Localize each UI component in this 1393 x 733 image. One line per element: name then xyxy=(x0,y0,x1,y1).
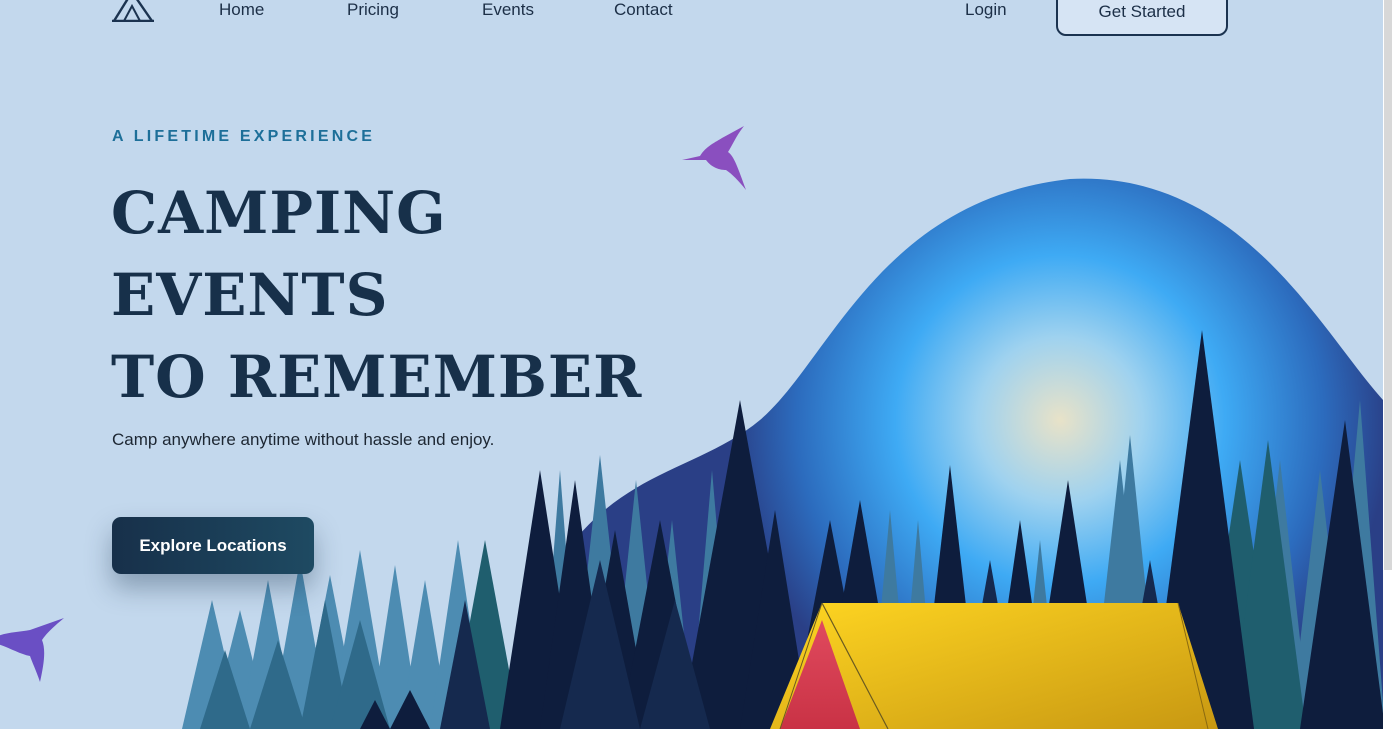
hero-eyebrow: A LIFETIME EXPERIENCE xyxy=(112,128,376,145)
nav-contact-link[interactable]: Contact xyxy=(614,0,673,20)
hero-subtitle: Camp anywhere anytime without hassle and… xyxy=(112,430,495,449)
hero-headline: CAMPING EVENTS TO REMEMBER xyxy=(111,172,642,418)
nav-home-link[interactable]: Home xyxy=(219,0,264,20)
tent-illustration xyxy=(770,602,1218,730)
hummingbird-icon xyxy=(682,126,746,190)
hummingbird-icon xyxy=(0,618,64,682)
nav-pricing-link[interactable]: Pricing xyxy=(347,0,399,20)
headline-line-3: TO REMEMBER xyxy=(111,343,643,411)
tent-logo-icon[interactable] xyxy=(110,0,156,22)
get-started-button[interactable]: Get Started xyxy=(1056,0,1228,36)
top-navigation: Home Pricing Events Contact Login Get St… xyxy=(0,0,1393,50)
explore-locations-button[interactable]: Explore Locations xyxy=(112,517,314,574)
scrollbar-thumb[interactable] xyxy=(1384,0,1392,570)
login-link[interactable]: Login xyxy=(965,0,1007,20)
headline-line-1: CAMPING xyxy=(111,179,447,247)
nav-events-link[interactable]: Events xyxy=(482,0,534,20)
vertical-scrollbar[interactable] xyxy=(1383,0,1393,733)
bottom-edge xyxy=(0,729,1393,733)
headline-line-2: EVENTS xyxy=(111,261,389,329)
